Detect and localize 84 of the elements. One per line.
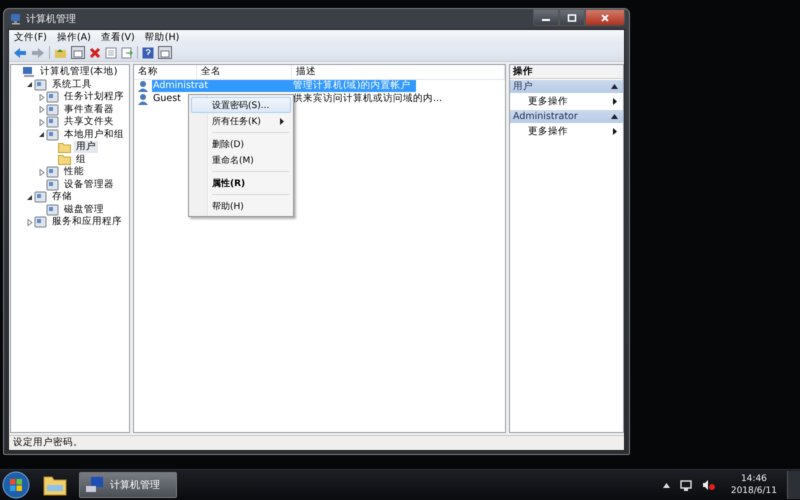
expand-arrow-icon[interactable] <box>38 94 44 101</box>
tree-item[interactable]: 任务计划程序 <box>62 91 126 104</box>
menu-item[interactable]: 操作(A) <box>52 30 96 44</box>
tree-item[interactable]: 系统工具 <box>50 78 94 91</box>
tree-item[interactable]: 本地用户和组 <box>62 128 126 141</box>
expand-arrow-icon[interactable] <box>26 218 32 226</box>
panel-icon[interactable] <box>158 46 172 59</box>
table-cell: 管理计算机(域)的内置帐户 <box>293 80 416 92</box>
tool-icon <box>46 178 59 191</box>
maximize-button[interactable] <box>559 9 585 26</box>
back-icon[interactable] <box>13 46 27 58</box>
computer-icon <box>22 66 35 78</box>
menu-item[interactable]: 设置密码(S)... <box>191 97 291 113</box>
section-header[interactable]: 用户 <box>510 80 623 93</box>
menu-item[interactable]: 删除(D) <box>191 136 291 152</box>
folder-icon <box>58 142 71 153</box>
menu-item[interactable]: 所有任务(K) <box>191 113 291 129</box>
tree-item[interactable]: 计算机管理(本地) <box>38 66 120 78</box>
close-icon <box>600 14 610 22</box>
folder-icon[interactable] <box>43 474 67 496</box>
tool-icon <box>34 216 47 228</box>
column-header[interactable]: 名称 <box>134 65 197 79</box>
network-icon[interactable] <box>680 480 692 490</box>
tree-item[interactable]: 磁盘管理 <box>62 204 106 216</box>
help-icon[interactable] <box>142 46 154 58</box>
menu-item[interactable]: 查看(V) <box>96 30 140 44</box>
tree-item[interactable]: 共享文件夹 <box>62 116 116 128</box>
collapse-arrow-icon[interactable] <box>611 114 618 119</box>
tool-icon <box>46 204 59 216</box>
delete-icon[interactable] <box>89 46 101 58</box>
computer-icon <box>85 476 105 494</box>
tool-icon <box>34 78 47 91</box>
collapse-arrow-icon[interactable] <box>26 194 32 201</box>
properties-icon[interactable] <box>105 46 117 58</box>
tree-item[interactable]: 性能 <box>62 166 86 178</box>
up-folder-icon[interactable] <box>54 46 67 58</box>
tree-item[interactable]: 存储 <box>50 191 74 204</box>
menu-item[interactable]: 属性(R) <box>191 175 291 191</box>
action-link[interactable]: 更多操作 <box>528 124 568 138</box>
tree-item[interactable]: 组 <box>74 154 88 166</box>
tree-item[interactable]: 服务和应用程序 <box>50 216 124 228</box>
tool-icon <box>46 128 59 141</box>
folder-icon <box>58 154 71 166</box>
tree-item[interactable]: 用户 <box>74 141 98 154</box>
tool-icon <box>46 91 59 104</box>
panel-icon[interactable] <box>71 46 85 59</box>
close-button[interactable] <box>585 9 625 26</box>
minimize-button[interactable] <box>533 9 559 26</box>
show-hidden-icons-icon[interactable] <box>662 482 670 488</box>
expand-arrow-icon[interactable] <box>38 168 44 176</box>
section-title: Administrator <box>513 111 578 122</box>
actions-header: 操作 <box>510 65 623 79</box>
section-title: 用户 <box>513 80 533 93</box>
expand-arrow-icon[interactable] <box>38 106 44 114</box>
collapse-arrow-icon[interactable] <box>26 81 32 88</box>
window-title: 计算机管理 <box>26 12 76 26</box>
column-header[interactable]: 描述 <box>292 65 505 79</box>
menu-item[interactable]: 文件(F) <box>9 30 52 44</box>
section-header[interactable]: Administrator <box>510 110 623 123</box>
tree-item[interactable]: 事件查看器 <box>62 104 116 116</box>
tool-icon <box>34 191 47 204</box>
collapse-arrow-icon[interactable] <box>38 131 44 138</box>
expand-arrow-icon[interactable] <box>38 118 44 126</box>
maximize-icon <box>567 14 577 22</box>
user-icon <box>137 80 149 92</box>
clock-date: 2018/6/11 <box>730 485 777 497</box>
clock-time: 14:46 <box>740 473 767 485</box>
action-link[interactable]: 更多操作 <box>528 94 568 108</box>
tool-icon <box>46 104 59 116</box>
tool-icon <box>46 116 59 128</box>
computer-icon <box>10 13 22 25</box>
table-cell-text: 供来宾访问计算机或访问域的内... <box>293 92 444 105</box>
speaker-muted-icon[interactable] <box>702 479 715 491</box>
collapse-arrow-icon[interactable] <box>611 84 618 89</box>
taskbar-button[interactable]: 计算机管理 <box>79 472 177 498</box>
start-button[interactable] <box>1 470 31 500</box>
menu-item[interactable]: 帮助(H) <box>191 198 291 214</box>
user-icon <box>137 92 149 105</box>
export-icon[interactable] <box>121 46 133 58</box>
tree-item[interactable]: 设备管理器 <box>62 178 116 191</box>
column-header[interactable]: 全名 <box>197 65 292 79</box>
menu-item[interactable]: 帮助(H) <box>140 30 184 44</box>
tool-icon <box>46 166 59 178</box>
menu-item[interactable]: 重命名(M) <box>191 152 291 168</box>
